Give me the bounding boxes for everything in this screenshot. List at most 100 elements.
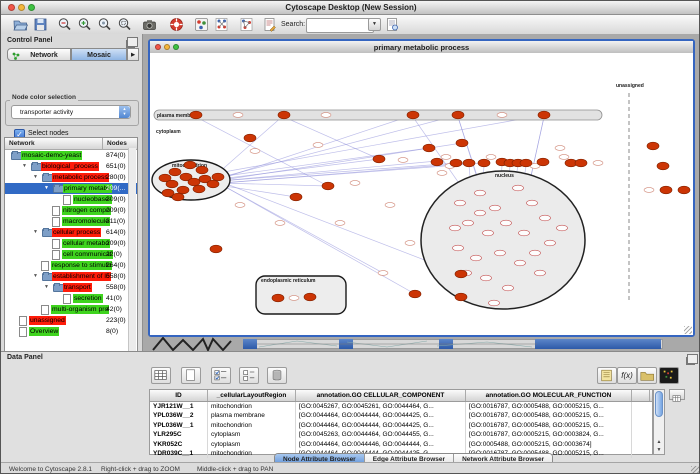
mini-node[interactable] [398,158,408,163]
tab-network[interactable]: Network [7,48,71,61]
tree-row[interactable]: unassigned223(0) [5,315,137,326]
network-node[interactable] [290,193,302,201]
life-ring-icon[interactable] [169,17,184,32]
table-column-header[interactable] [632,390,650,401]
network-node[interactable] [193,185,205,193]
mini-node[interactable] [385,203,395,208]
network-node[interactable] [537,158,549,166]
mini-node[interactable] [335,221,345,226]
tree-row[interactable]: cellular metabo209(0) [5,238,137,249]
table-row[interactable]: YPL036W__2plasma membrane[GO:0044464, GO… [150,411,652,420]
mini-node[interactable] [233,113,243,118]
tree-row[interactable]: multi-organism pro42(0) [5,304,137,315]
expander-icon[interactable]: ▼ [44,183,49,194]
mini-node[interactable] [486,155,496,160]
nucleus-mini-node[interactable] [495,250,506,256]
network-node[interactable] [538,111,550,119]
nucleus-mini-node[interactable] [471,255,482,261]
network-node[interactable] [478,159,490,167]
network-node[interactable] [450,159,462,167]
new-attribute-icon[interactable] [181,367,201,384]
tree-row-label[interactable]: mosaic-demo-yeast [21,151,82,160]
mini-node[interactable] [313,143,323,148]
mini-node[interactable] [378,271,388,276]
expander-icon[interactable]: ▼ [33,271,38,282]
import-attributes-icon[interactable] [637,367,657,384]
attribute-editor-icon[interactable] [597,367,617,384]
table-column-header[interactable]: annotation.GO MOLECULAR_FUNCTION [466,390,632,401]
tree-row-label[interactable]: secretion [73,294,103,303]
tree-row[interactable]: ▼primary metabo209(... [5,183,137,194]
zoom-fit-icon[interactable] [117,17,132,32]
nucleus-mini-node[interactable] [519,230,530,236]
network-node[interactable] [455,293,467,301]
nucleus-mini-node[interactable] [463,220,474,226]
mini-node[interactable] [441,155,451,160]
tree-row[interactable]: ▼establishment of lo558(0) [5,271,137,282]
table-scrollbar[interactable]: ▲ ▼ [653,389,665,455]
nucleus-mini-node[interactable] [489,300,500,306]
tree-row-label[interactable]: unassigned [29,316,66,325]
float-data-panel-icon[interactable] [687,354,698,364]
tree-row[interactable]: nitrogen compo209(0) [5,205,137,216]
tree-row-label[interactable]: metabolic process [52,173,109,182]
table-icon[interactable] [151,367,171,384]
network-node[interactable] [456,139,468,147]
network-node[interactable] [455,270,467,278]
function-builder-icon[interactable]: f(x) [617,367,637,384]
network-node[interactable] [177,186,189,194]
nucleus-mini-node[interactable] [481,275,492,281]
tree-row-label[interactable]: macromolecule [62,217,110,226]
network-node[interactable] [172,193,184,201]
mini-node[interactable] [559,155,569,160]
table-column-header[interactable]: ID [150,390,208,401]
nucleus-mini-node[interactable] [501,220,512,226]
layout-graph-icon[interactable] [214,17,229,32]
table-scrollbar-thumb[interactable] [655,391,663,417]
expander-icon[interactable]: ▼ [33,172,38,183]
mini-node[interactable] [350,181,360,186]
network-node[interactable] [520,159,532,167]
network-node[interactable] [169,168,181,176]
network-node[interactable] [575,159,587,167]
network-node[interactable] [188,178,200,186]
network-node[interactable] [657,162,669,170]
network-canvas[interactable]: plasma membranecytoplasmmitochondrionnuc… [150,53,693,335]
network-node[interactable] [423,144,435,152]
tree-row-label[interactable]: establishment of lo [52,272,111,281]
tree-column-network[interactable]: Network [5,138,103,149]
tree-row-label[interactable]: cellular metabo [62,239,110,248]
tree-scrollbar[interactable] [128,148,136,359]
unselect-attributes-icon[interactable] [239,367,259,384]
mini-node[interactable] [593,161,603,166]
nucleus-mini-node[interactable] [540,215,551,221]
tab-scroll-right-button[interactable]: ▶ [127,48,139,61]
mini-node[interactable] [289,296,299,301]
network-node[interactable] [660,186,672,194]
view-resize-grip[interactable] [684,326,692,334]
table-row[interactable]: YLR295Ccytoplasm[GO:0045263, GO:0044464,… [150,430,652,439]
table-row[interactable]: YJR121W__1mitochondrion[GO:0045267, GO:0… [150,402,652,411]
tree-row-label[interactable]: primary metabo [63,184,112,193]
network-node[interactable] [278,111,290,119]
zoom-out-icon[interactable] [57,17,72,32]
network-node[interactable] [244,134,256,142]
search-input[interactable] [306,18,374,33]
tree-row-label[interactable]: cellular process [52,228,101,237]
tree-row[interactable]: response to stimulu264(0) [5,260,137,271]
network-node[interactable] [196,166,208,174]
network-node[interactable] [304,293,316,301]
mini-node[interactable] [405,241,415,246]
tree-row-label[interactable]: response to stimulu [51,261,112,270]
nucleus-mini-node[interactable] [545,240,556,246]
nucleus-mini-node[interactable] [530,250,541,256]
table-column-header[interactable]: annotation.GO CELLULAR_COMPONENT [296,390,466,401]
region-plasma-membrane[interactable] [154,110,602,120]
table-corner-button[interactable] [669,389,685,400]
tree-row-label[interactable]: nitrogen compo [62,206,111,215]
expander-icon[interactable]: ▼ [44,282,49,293]
delete-attribute-icon[interactable] [267,367,287,384]
mini-node[interactable] [644,188,654,193]
matrix-icon[interactable] [659,367,679,384]
zoom-in-icon[interactable] [77,17,92,32]
